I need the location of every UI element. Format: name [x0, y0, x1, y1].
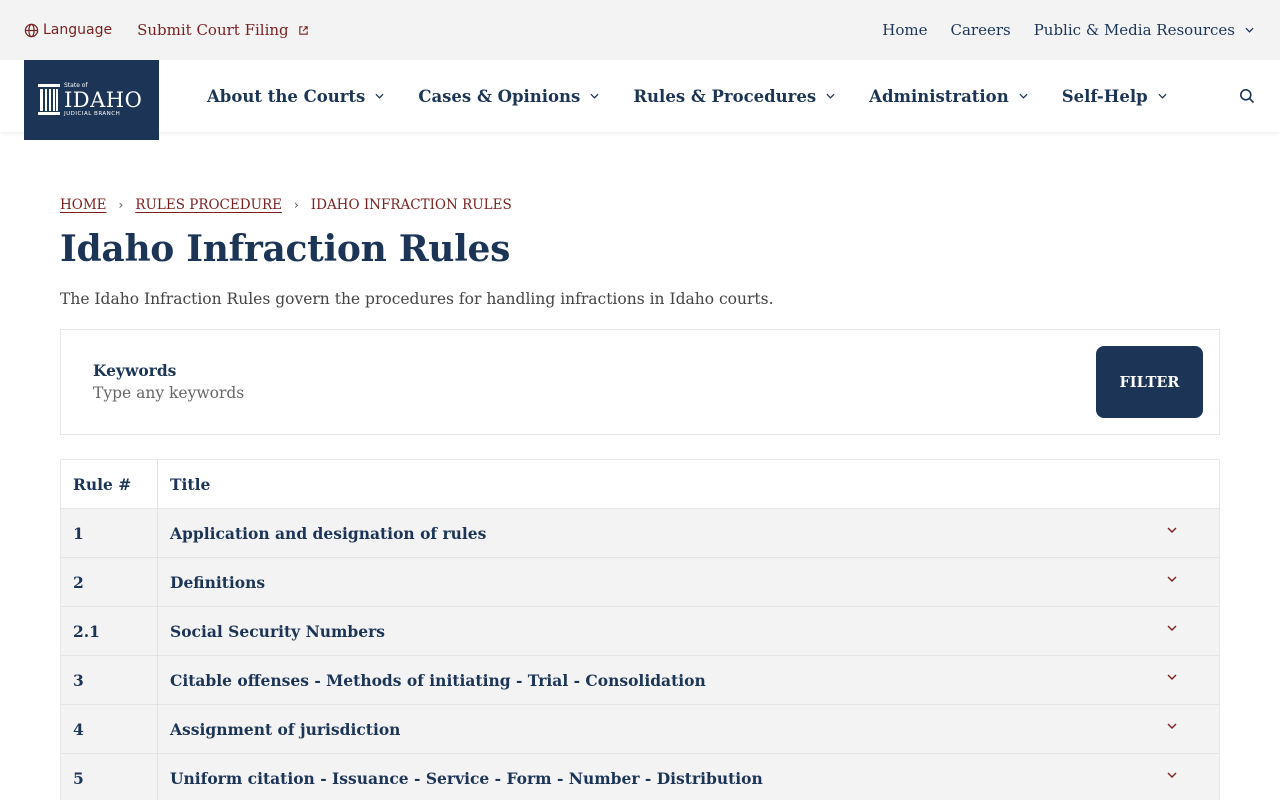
breadcrumb-separator-icon: ›	[293, 198, 299, 212]
keywords-input[interactable]	[93, 382, 993, 404]
courthouse-column-icon	[38, 84, 60, 115]
idaho-judicial-branch-logo[interactable]: State of IDAHO JUDICIAL BRANCH	[24, 60, 159, 140]
chevron-down-icon	[1158, 93, 1167, 99]
breadcrumb-current: IDAHO INFRACTION RULES	[310, 197, 512, 213]
table-row[interactable]: 2 Definitions	[61, 558, 1219, 607]
rule-title: Social Security Numbers	[170, 621, 385, 641]
utility-left: Language Submit Court Filing	[24, 0, 309, 60]
rule-number: 4	[61, 705, 158, 753]
keyword-filter-panel: Keywords FILTER	[60, 329, 1220, 435]
chevron-down-icon	[375, 93, 384, 99]
nav-item-label: Administration	[869, 86, 1009, 106]
logo-idaho: IDAHO	[64, 88, 143, 112]
chevron-down-icon	[1245, 27, 1254, 33]
language-selector[interactable]: Language	[24, 22, 112, 38]
chevron-down-icon[interactable]	[1167, 526, 1177, 534]
nav-menu: About the Courts Cases & Opinions Rules …	[207, 60, 1201, 132]
logo-judicial-branch: JUDICIAL BRANCH	[64, 111, 121, 117]
rule-title: Uniform citation - Issuance - Service - …	[170, 768, 763, 788]
nav-item-label: Rules & Procedures	[633, 86, 817, 106]
chevron-down-icon	[826, 93, 835, 99]
globe-icon	[24, 23, 39, 37]
submit-court-filing-label: Submit Court Filing	[137, 21, 289, 39]
language-label: Language	[43, 22, 113, 38]
utility-bar: Language Submit Court Filing Home Career…	[0, 0, 1280, 60]
rule-title-cell: Uniform citation - Issuance - Service - …	[158, 754, 1219, 800]
search-icon[interactable]	[1239, 88, 1255, 104]
breadcrumb: HOME › RULES PROCEDURE › IDAHO INFRACTIO…	[60, 197, 512, 213]
nav-item-about-the-courts[interactable]: About the Courts	[207, 87, 384, 106]
nav-item-rules-procedures[interactable]: Rules & Procedures	[633, 87, 835, 106]
chevron-down-icon[interactable]	[1167, 624, 1177, 632]
chevron-down-icon[interactable]	[1167, 575, 1177, 583]
rule-title: Citable offenses - Methods of initiating…	[170, 670, 706, 690]
rule-title-cell: Citable offenses - Methods of initiating…	[158, 656, 1219, 704]
table-row[interactable]: 2.1 Social Security Numbers	[61, 607, 1219, 656]
nav-item-self-help[interactable]: Self-Help	[1062, 87, 1167, 106]
utility-link-public-media[interactable]: Public & Media Resources	[1034, 21, 1254, 39]
rule-title-cell: Definitions	[158, 558, 1219, 606]
table-header: Rule # Title	[61, 460, 1219, 509]
utility-link-careers[interactable]: Careers	[950, 21, 1010, 39]
page-title: Idaho Infraction Rules	[60, 228, 511, 270]
rule-title: Definitions	[170, 572, 266, 592]
rule-title-cell: Assignment of jurisdiction	[158, 705, 1219, 753]
logo-text: State of IDAHO JUDICIAL BRANCH	[64, 82, 142, 118]
nav-item-label: About the Courts	[207, 86, 366, 106]
utility-link-home[interactable]: Home	[882, 21, 927, 39]
chevron-down-icon	[1019, 93, 1028, 99]
rule-number: 2.1	[61, 607, 158, 655]
keywords-label: Keywords	[93, 361, 177, 380]
table-row[interactable]: 4 Assignment of jurisdiction	[61, 705, 1219, 754]
nav-item-label: Cases & Opinions	[418, 86, 581, 106]
nav-item-administration[interactable]: Administration	[869, 87, 1028, 106]
chevron-down-icon[interactable]	[1167, 771, 1177, 779]
rule-number: 1	[61, 509, 158, 557]
column-header-title: Title	[170, 474, 211, 494]
public-media-label: Public & Media Resources	[1033, 21, 1235, 39]
breadcrumb-rules-procedure[interactable]: RULES PROCEDURE	[135, 197, 282, 213]
rule-title: Application and designation of rules	[170, 523, 487, 543]
submit-court-filing-link[interactable]: Submit Court Filing	[137, 21, 309, 39]
breadcrumb-home[interactable]: HOME	[60, 197, 107, 213]
chevron-down-icon[interactable]	[1167, 722, 1177, 730]
filter-button[interactable]: FILTER	[1096, 346, 1203, 418]
rule-number: 2	[61, 558, 158, 606]
main-navigation: State of IDAHO JUDICIAL BRANCH About the…	[0, 60, 1280, 140]
external-link-icon	[298, 25, 308, 35]
nav-item-label: Self-Help	[1061, 86, 1148, 106]
page-description: The Idaho Infraction Rules govern the pr…	[60, 290, 774, 308]
rule-title-cell: Application and designation of rules	[158, 509, 1219, 557]
rule-number: 5	[61, 754, 158, 800]
table-row[interactable]: 5 Uniform citation - Issuance - Service …	[61, 754, 1219, 800]
breadcrumb-separator-icon: ›	[118, 198, 124, 212]
chevron-down-icon	[590, 93, 599, 99]
utility-right: Home Careers Public & Media Resources	[859, 0, 1254, 60]
table-row[interactable]: 3 Citable offenses - Methods of initiati…	[61, 656, 1219, 705]
chevron-down-icon[interactable]	[1167, 673, 1177, 681]
table-row[interactable]: 1 Application and designation of rules	[61, 509, 1219, 558]
column-header-rule-number: Rule #	[61, 460, 158, 508]
rule-number: 3	[61, 656, 158, 704]
rule-title: Assignment of jurisdiction	[170, 719, 401, 739]
nav-item-cases-opinions[interactable]: Cases & Opinions	[418, 87, 599, 106]
rule-title-cell: Social Security Numbers	[158, 607, 1219, 655]
rules-table: Rule # Title 1 Application and designati…	[60, 459, 1220, 800]
